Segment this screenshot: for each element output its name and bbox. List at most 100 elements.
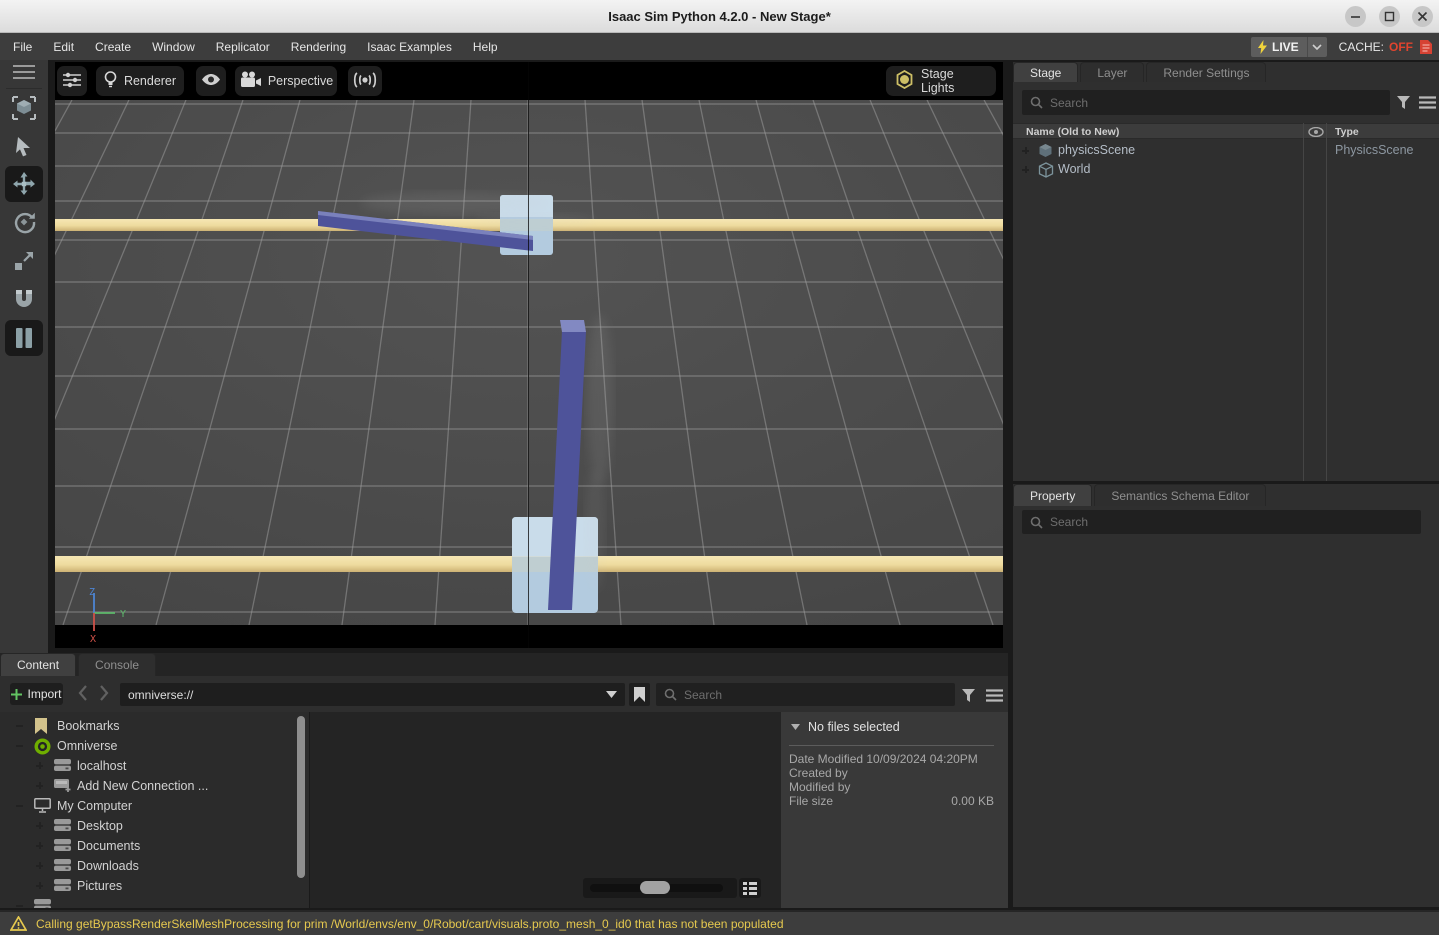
thumbnail-size-slider[interactable] [583,878,737,898]
menu-item-edit[interactable]: Edit [53,40,74,54]
prim-name[interactable]: World [1058,162,1090,176]
camera-button[interactable]: Perspective [235,66,337,96]
property-search-input[interactable]: Search [1022,510,1421,534]
move-icon [11,171,37,197]
hamburger-icon [1418,95,1436,109]
visibility-eye-icon[interactable] [1308,127,1324,137]
filter-funnel-icon [1397,95,1410,109]
minimize-button[interactable] [1345,6,1366,27]
stage-tab-render-settings[interactable]: Render Settings [1146,62,1267,82]
renderer-label: Renderer [123,74,177,88]
close-button[interactable] [1412,6,1433,27]
menu-item-window[interactable]: Window [152,40,195,54]
tree-item-documents[interactable]: Documents [0,836,309,857]
tree-item-downloads[interactable]: Downloads [0,856,309,876]
column-name-header[interactable]: Name (Old to New) [1026,126,1119,138]
details-header[interactable]: No files selected [791,720,900,734]
back-button[interactable] [78,685,88,701]
property-tab-property[interactable]: Property [1013,484,1093,506]
audio-button[interactable] [348,66,382,96]
import-button[interactable]: Import [10,683,63,705]
stage-filter-button[interactable] [1395,93,1413,111]
selection-mode-button[interactable] [5,90,43,126]
visibility-button[interactable] [196,66,226,96]
menu-item-replicator[interactable]: Replicator [216,40,270,54]
view-options-button[interactable] [5,62,43,82]
stage-row-physicsScene[interactable]: physicsScene PhysicsScene [1013,141,1439,160]
tree-item-desktop[interactable]: Desktop [0,816,309,836]
live-dropdown-button[interactable] [1306,36,1327,57]
property-tabbar: Property Semantics Schema Editor [1013,484,1439,506]
warning-icon [10,916,27,931]
content-filter-button[interactable] [960,686,978,704]
path-dropdown-icon[interactable] [606,691,617,698]
tree-item-my-computer[interactable]: My Computer [0,796,309,816]
stage-lights-button[interactable]: Stage Lights [886,66,996,96]
tree-item-label: Pictures [77,879,123,893]
snap-tool-button[interactable] [5,281,43,317]
play-pause-button[interactable] [5,320,43,356]
slider-thumb[interactable] [640,881,670,894]
content-tab-console[interactable]: Console [78,653,157,676]
maximize-button[interactable] [1379,6,1400,27]
menu-item-create[interactable]: Create [95,40,131,54]
tree-item-pictures[interactable]: Pictures [0,876,309,896]
rotate-icon [11,209,37,235]
viewport-settings-button[interactable] [57,66,87,96]
tree-item-label: Documents [77,839,141,853]
bookmark-button[interactable] [629,683,650,706]
scale-tool-button[interactable] [5,243,43,279]
menu-bar-right: LIVE CACHE: OFF [1250,36,1433,57]
viewport[interactable]: Renderer Perspective Stage Lights Z Y X [55,62,1003,648]
stage-search-input[interactable]: Search [1022,90,1390,115]
search-icon [1030,96,1043,109]
path-value: omniverse:// [128,687,194,702]
content-search-input[interactable]: Search [656,683,955,706]
tree-item-omniverse[interactable]: Omniverse [0,736,309,756]
menu-item-rendering[interactable]: Rendering [291,40,346,54]
tree-item-localhost[interactable]: localhost [0,756,309,776]
menu-item-help[interactable]: Help [473,40,498,54]
stage-tab-layer[interactable]: Layer [1080,62,1145,82]
axis-gizmo: Z Y X [89,587,126,645]
tree-item-partial[interactable] [0,896,309,908]
cache-document-icon[interactable] [1419,39,1433,55]
select-tool-button[interactable] [5,128,43,164]
files-grid-panel[interactable] [311,712,780,908]
stage-tab-stage[interactable]: Stage [1013,62,1079,82]
menu-item-file[interactable]: File [13,40,32,54]
scale-icon [12,249,36,273]
search-icon [664,688,677,701]
scene-3d [55,99,1003,626]
column-type-header[interactable]: Type [1335,126,1359,138]
hexlight-icon [895,69,914,92]
filter-funnel-icon [962,688,975,702]
viewport-center-guide [528,62,529,648]
cache-value: OFF [1389,39,1413,54]
path-input[interactable]: omniverse:// [120,683,625,706]
forward-button[interactable] [99,685,109,701]
stage-row-World[interactable]: World [1013,160,1439,179]
renderer-button[interactable]: Renderer [96,66,184,96]
stage-options-button[interactable] [1417,93,1437,111]
property-tab-semantics-schema-editor[interactable]: Semantics Schema Editor [1094,484,1267,506]
stage-tree-header[interactable]: Name (Old to New) Type [1013,123,1439,139]
axis-y-label: Y [120,609,126,620]
list-view-toggle-button[interactable] [739,878,761,898]
menu-item-isaac-examples[interactable]: Isaac Examples [367,40,452,54]
tree-item-bookmarks[interactable]: Bookmarks [0,716,309,736]
status-bar: Calling getBypassRenderSkelMeshProcessin… [0,910,1439,935]
move-tool-button[interactable] [5,166,43,202]
live-button[interactable]: LIVE [1250,36,1307,57]
content-tab-content[interactable]: Content [0,653,77,676]
title-bar: Isaac Sim Python 4.2.0 - New Stage* [0,0,1439,33]
tree-item-add-new-connection-[interactable]: Add New Connection ... [0,776,309,796]
cursor-icon [13,135,35,157]
content-tabbar: Content Console [0,653,1008,676]
content-options-button[interactable] [984,686,1004,704]
drive-icon [54,838,71,857]
tree-scrollbar[interactable] [297,716,305,878]
prim-name[interactable]: physicsScene [1058,143,1135,157]
detail-row-file-size: File size 0.00 KB [789,794,994,808]
rotate-tool-button[interactable] [5,204,43,240]
